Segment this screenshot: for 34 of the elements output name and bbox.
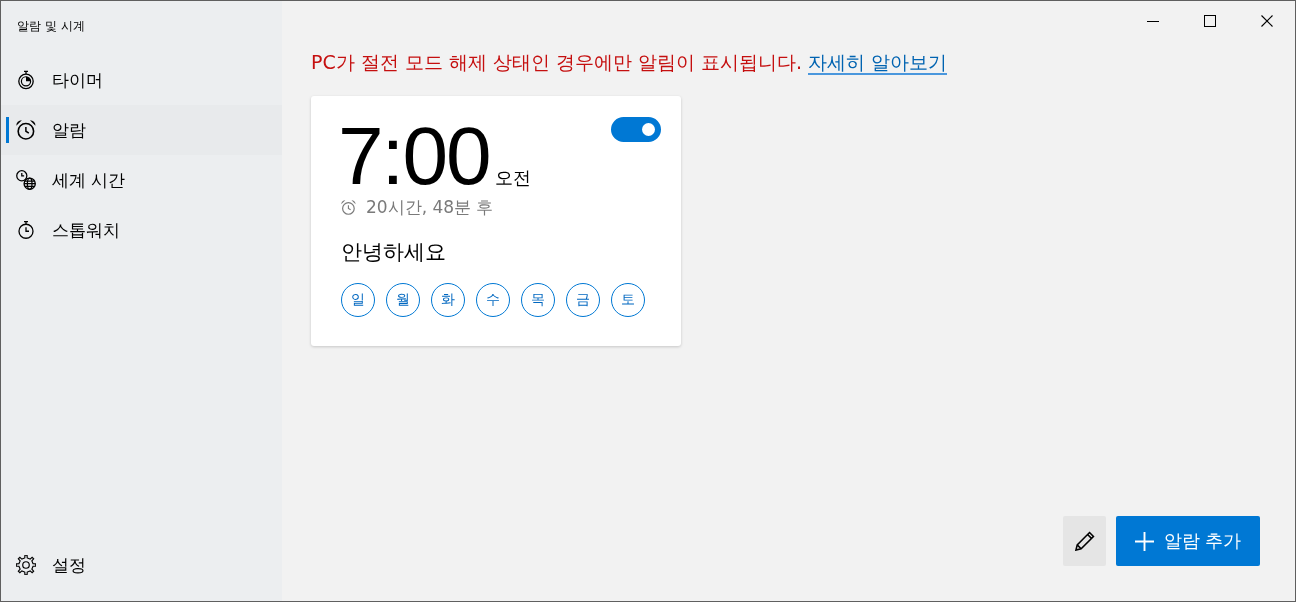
wake-notice: PC가 절전 모드 해제 상태인 경우에만 알림이 표시됩니다. 자세히 알아보기 bbox=[311, 50, 948, 75]
day-toggle[interactable]: 화 bbox=[431, 283, 465, 317]
learn-more-link[interactable]: 자세히 알아보기 bbox=[808, 51, 948, 75]
day-toggle[interactable]: 금 bbox=[566, 283, 600, 317]
settings-icon bbox=[16, 555, 36, 575]
day-toggle[interactable]: 수 bbox=[476, 283, 510, 317]
day-toggle[interactable]: 목 bbox=[521, 283, 555, 317]
clock-globe-icon bbox=[16, 170, 36, 190]
timer-icon bbox=[16, 70, 36, 90]
alarm-switch[interactable] bbox=[611, 117, 661, 142]
close-icon bbox=[1260, 15, 1273, 27]
plus-icon bbox=[1134, 531, 1154, 551]
add-alarm-button[interactable]: 알람 추가 bbox=[1116, 516, 1260, 566]
edit-button[interactable] bbox=[1063, 516, 1106, 566]
nav-item[interactable]: 세계 시간 bbox=[1, 155, 282, 205]
alarm-clock-icon bbox=[16, 120, 36, 140]
pencil-icon bbox=[1074, 531, 1095, 551]
settings-item[interactable]: 설정 bbox=[1, 540, 282, 590]
alarm-time: 7:00 bbox=[338, 119, 490, 193]
minimize-icon bbox=[1146, 20, 1159, 22]
alarm-period: 오전 bbox=[494, 166, 531, 190]
nav-item[interactable]: 알람 bbox=[1, 105, 282, 155]
app-title: 알람 및 시계 bbox=[16, 18, 86, 35]
alarm-clock-icon bbox=[341, 200, 356, 215]
stopwatch-icon bbox=[16, 220, 36, 240]
time-remaining: 20시간, 48분 후 bbox=[366, 196, 494, 219]
maximize-icon bbox=[1203, 15, 1216, 27]
day-toggle[interactable]: 월 bbox=[386, 283, 420, 317]
nav-item[interactable]: 스톱워치 bbox=[1, 205, 282, 255]
day-toggle[interactable]: 일 bbox=[341, 283, 375, 317]
alarm-card[interactable]: 7:00 오전 20시간, 48분 후 안녕하세요 일 월 화 수 목 금 토 bbox=[311, 96, 681, 346]
alarm-name: 안녕하세요 bbox=[341, 239, 447, 266]
nav-item[interactable]: 타이머 bbox=[1, 55, 282, 105]
day-toggle[interactable]: 토 bbox=[611, 283, 645, 317]
